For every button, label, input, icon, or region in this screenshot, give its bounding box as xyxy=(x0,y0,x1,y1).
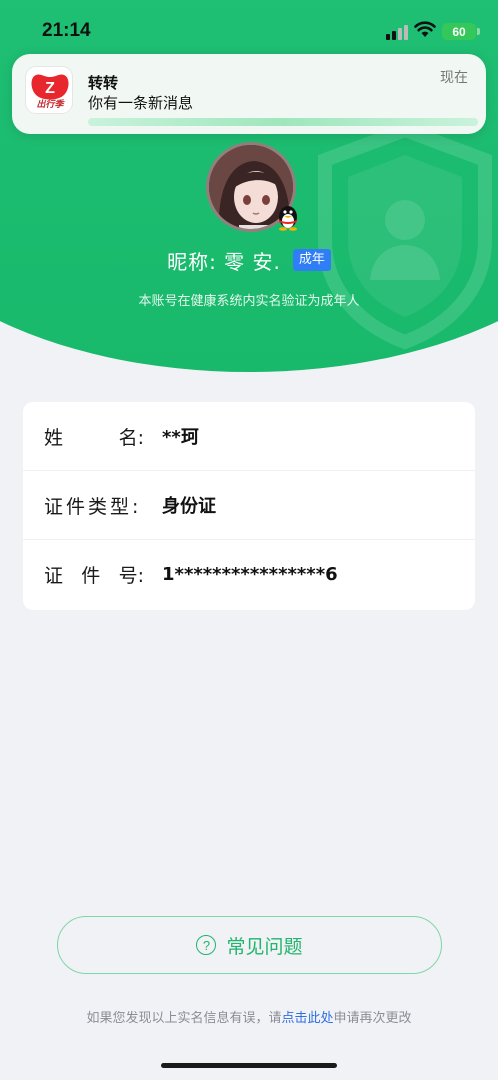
footer-note: 如果您发现以上实名信息有误，请点击此处申请再次更改 xyxy=(0,1007,498,1026)
correction-link[interactable]: 点击此处 xyxy=(281,1011,333,1026)
battery-level: 60 xyxy=(452,24,466,39)
nickname: 昵称: 零 安. xyxy=(167,249,281,274)
question-circle-icon: ? xyxy=(196,935,217,955)
name-label: 姓 名: xyxy=(44,423,144,450)
identity-info-card: 姓 名: **珂 证件类型: 身份证 证 件 号: 1*************… xyxy=(23,402,475,610)
name-label-char: 名: xyxy=(118,426,144,449)
status-time: 21:14 xyxy=(42,20,91,41)
id-number-label: 证 件 号: xyxy=(44,561,144,588)
status-bar: 21:14 60 xyxy=(0,0,498,62)
nickname-row: 昵称: 零 安. 成年 xyxy=(0,246,498,274)
id-type-label-text: 证件类型: xyxy=(44,495,142,518)
id-number-label-char: 号: xyxy=(118,565,144,587)
id-number-label-char: 证 xyxy=(44,565,64,587)
id-number-label-char: 件 xyxy=(81,565,101,587)
notification-time: 现在 xyxy=(440,70,468,86)
faq-button-label: 常见问题 xyxy=(226,935,303,958)
battery-cap xyxy=(477,28,480,35)
id-number-value: 1****************6 xyxy=(162,564,338,585)
name-label-char: 姓 xyxy=(44,426,64,449)
name-value: **珂 xyxy=(162,427,199,448)
info-row-id-number: 证 件 号: 1****************6 xyxy=(23,540,475,609)
wifi-icon xyxy=(414,21,436,37)
cellular-signal-icon xyxy=(386,25,408,40)
adult-badge: 成年 xyxy=(292,249,331,271)
faq-button[interactable]: ? 常见问题 xyxy=(57,916,442,974)
svg-text:Z: Z xyxy=(45,80,55,97)
zhuanzhuan-app-icon: Z 出行季 xyxy=(25,66,73,114)
notification-glow-bar xyxy=(88,118,478,126)
info-row-name: 姓 名: **珂 xyxy=(23,402,475,471)
qq-penguin-icon xyxy=(279,206,297,231)
notification-message: 你有一条新消息 xyxy=(88,94,194,112)
id-type-label: 证件类型: xyxy=(44,492,144,519)
battery-indicator: 60 xyxy=(442,23,476,40)
home-indicator[interactable] xyxy=(161,1063,337,1068)
verification-note: 本账号在健康系统内实名验证为成年人 xyxy=(138,294,360,309)
app-icon-caption: 出行季 xyxy=(36,100,64,110)
notification-app-name: 转转 xyxy=(88,74,119,92)
notification-banner[interactable]: Z 出行季 转转 你有一条新消息 现在 xyxy=(12,54,486,134)
info-row-id-type: 证件类型: 身份证 xyxy=(23,471,475,540)
shield-user-icon xyxy=(318,122,492,350)
footer-note-prefix: 如果您发现以上实名信息有误，请 xyxy=(86,1011,282,1026)
footer-note-suffix: 申请再次更改 xyxy=(333,1011,412,1026)
id-type-value: 身份证 xyxy=(162,496,216,517)
